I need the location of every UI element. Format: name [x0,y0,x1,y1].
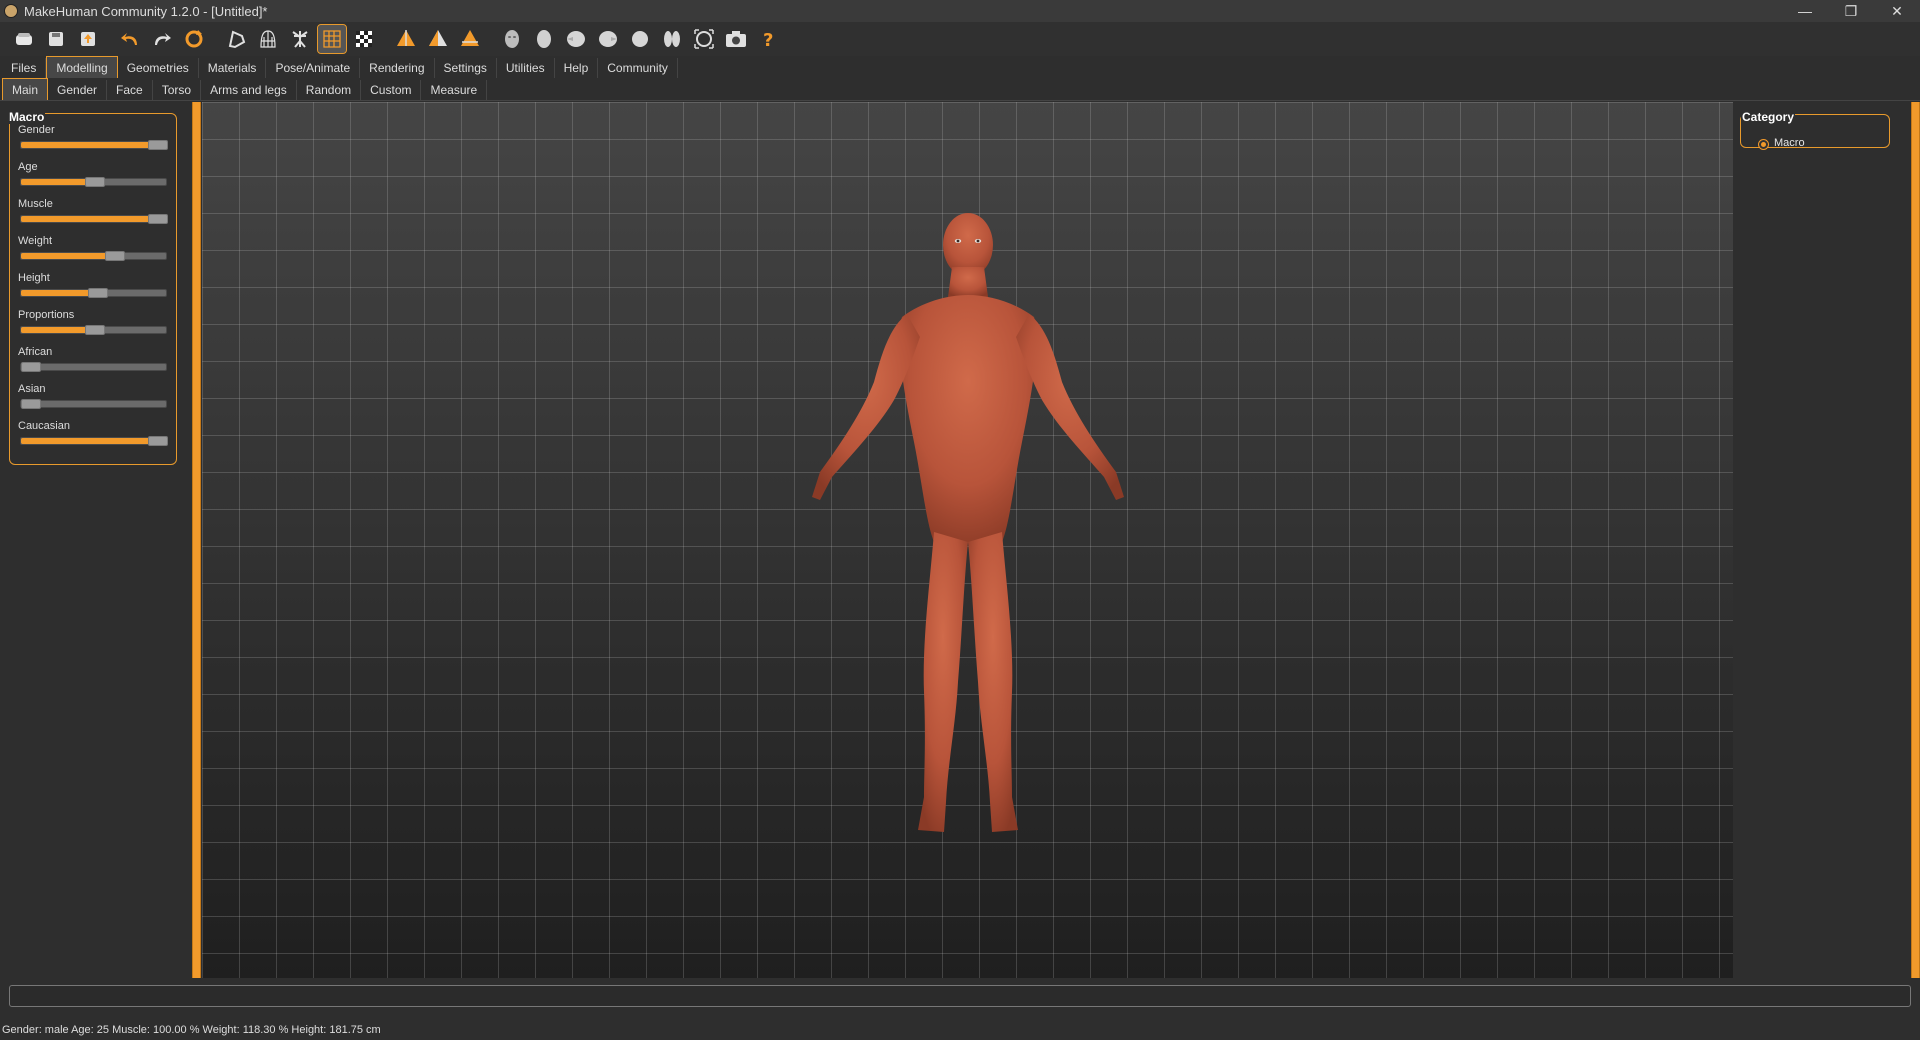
tab-materials[interactable]: Materials [199,58,267,78]
asian-slider-label: Asian [18,383,46,395]
tab-community[interactable]: Community [598,58,678,78]
left-splitter[interactable] [192,102,201,978]
smooth-icon[interactable] [222,25,250,53]
subtab-main[interactable]: Main [2,78,49,100]
height-slider-label: Height [18,272,50,284]
height-slider[interactable] [20,288,167,298]
weight-slider-fill [21,253,109,259]
asian-slider-handle[interactable] [21,399,41,409]
human-model[interactable] [202,102,1733,978]
grid-icon[interactable] [317,24,347,54]
skeleton-icon[interactable] [286,25,314,53]
age-slider[interactable] [20,177,167,187]
tab-settings[interactable]: Settings [435,58,497,78]
proportions-slider-handle[interactable] [85,325,105,335]
subtab-custom[interactable]: Custom [361,80,422,100]
age-slider-fill [21,179,89,185]
wireframe-icon[interactable] [254,25,282,53]
modelling-sub-tab-bar: Main Gender Face Torso Arms and legs Random Cu… [0,78,1920,101]
proportions-slider[interactable] [20,325,167,335]
front-view-icon[interactable] [392,25,420,53]
subtab-face[interactable]: Face [107,80,153,100]
right-view-icon[interactable] [594,25,622,53]
african-slider-handle[interactable] [21,362,41,372]
tab-geometries[interactable]: Geometries [118,58,199,78]
african-slider-label: African [18,346,53,358]
export-icon[interactable] [74,25,102,53]
subtab-gender[interactable]: Gender [48,80,108,100]
head-icon[interactable] [530,25,558,53]
checker-icon[interactable] [350,25,378,53]
close-button[interactable]: ✕ [1874,0,1920,22]
right-splitter[interactable] [1911,102,1920,978]
new-icon[interactable] [10,25,38,53]
muscle-slider-fill [21,216,152,222]
window-title: MakeHuman Community 1.2.0 - [Untitled]* [24,3,268,19]
tab-modelling[interactable]: Modelling [46,56,118,78]
gender-slider-fill [21,142,152,148]
main-tab-bar: Files Modelling Geometries Materials Pose/An… [0,56,1920,78]
category-group-title: Category [1741,110,1796,124]
caucasian-slider[interactable] [20,436,168,446]
age-slider-handle[interactable] [85,177,105,187]
bottom-view-icon[interactable] [658,25,686,53]
back-view-icon[interactable] [424,25,452,53]
reset-icon[interactable] [180,25,208,53]
main-toolbar: ? [0,22,1920,56]
proportions-slider-label: Proportions [18,309,75,321]
tab-files[interactable]: Files [2,58,47,78]
muscle-slider-label: Muscle [18,198,53,210]
caucasian-slider-fill [21,438,152,444]
weight-slider-label: Weight [18,235,53,247]
window-controls: — ❐ ✕ [1782,0,1920,22]
asian-slider[interactable] [20,399,167,409]
macro-group-title: Macro [8,110,46,124]
height-slider-handle[interactable] [88,288,108,298]
save-icon[interactable] [42,25,70,53]
subtab-measure[interactable]: Measure [421,80,488,100]
subtab-random[interactable]: Random [297,80,362,100]
minimize-button[interactable]: — [1782,0,1828,22]
progress-field [9,985,1911,1007]
macro-radio-button[interactable] [1758,139,1769,150]
african-slider[interactable] [20,362,167,372]
weight-slider[interactable] [20,251,167,261]
3d-viewport[interactable] [202,102,1733,978]
gender-slider-label: Gender [18,124,55,136]
gender-slider[interactable] [20,140,168,150]
left-panel: Gender Age Muscle Weight Height Proportions Af… [0,102,190,978]
proportions-slider-fill [21,327,89,333]
status-bar: Gender: male Age: 25 Muscle: 100.00 % We… [2,1024,381,1036]
undo-icon[interactable] [116,25,144,53]
age-slider-label: Age [18,161,38,173]
help-icon[interactable]: ? [754,25,782,53]
tab-rendering[interactable]: Rendering [360,58,435,78]
left-view-icon[interactable] [562,25,590,53]
face-icon[interactable] [498,25,526,53]
subtab-arms-and-legs[interactable]: Arms and legs [201,80,297,100]
gender-slider-handle[interactable] [148,140,168,150]
caucasian-slider-label: Caucasian [18,420,70,432]
height-slider-fill [21,290,92,296]
right-panel: Macro [1735,102,1910,978]
tab-help[interactable]: Help [555,58,599,78]
top-view-icon[interactable] [626,25,654,53]
muscle-slider[interactable] [20,214,168,224]
restore-button[interactable]: ❐ [1828,0,1874,22]
svg-text:?: ? [763,30,773,50]
title-bar: MakeHuman Community 1.2.0 - [Untitled]* … [0,0,1920,22]
muscle-slider-handle[interactable] [148,214,168,224]
caucasian-slider-handle[interactable] [148,436,168,446]
reset-camera-icon[interactable] [690,25,718,53]
screenshot-icon[interactable] [722,25,750,53]
macro-radio-label[interactable]: Macro [1774,137,1805,149]
app-window: MakeHuman Community 1.2.0 - [Untitled]* … [0,0,1920,1040]
app-logo-icon [4,4,18,18]
weight-slider-handle[interactable] [105,251,125,261]
redo-icon[interactable] [148,25,176,53]
side-view-icon[interactable] [456,25,484,53]
subtab-torso[interactable]: Torso [153,80,202,100]
tab-pose-animate[interactable]: Pose/Animate [266,58,361,78]
tab-utilities[interactable]: Utilities [497,58,555,78]
